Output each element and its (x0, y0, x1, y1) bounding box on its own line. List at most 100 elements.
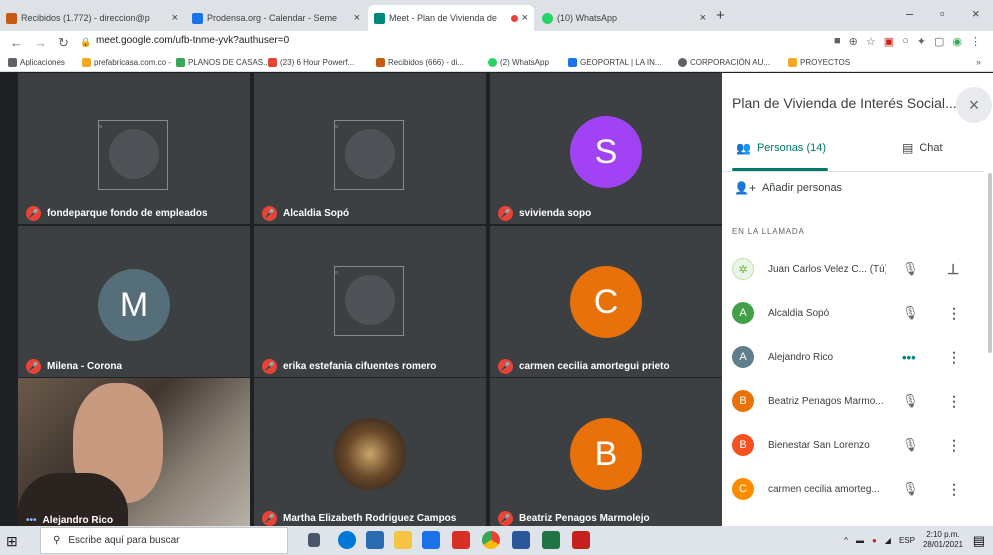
broken-image-icon: ▫ (98, 120, 168, 190)
clock[interactable]: 2:10 p.m. 28/01/2021 (923, 530, 963, 550)
participant-name: Alejandro Rico (42, 515, 114, 526)
close-panel-button[interactable]: × (956, 87, 992, 123)
participant-name: erika estefania cifuentes romero (283, 361, 437, 372)
more-options-icon[interactable]: ⋮ (947, 481, 961, 498)
participant-tile[interactable]: ▫ 🎤 fondeparque fondo de empleados (18, 73, 250, 224)
participant-row[interactable]: C carmen cecilia amorteg... 🎙 ⋮ (732, 467, 984, 511)
close-icon[interactable]: × (172, 12, 178, 24)
participant-tile[interactable]: C 🎤 carmen cecilia amortegui prieto (490, 226, 722, 377)
bookmark-item[interactable]: CORPORACIÓN AU... (678, 58, 770, 67)
participant-tile-video[interactable]: ••• Alejandro Rico (18, 378, 250, 529)
camera-icon[interactable]: ■ (834, 35, 841, 48)
forward-icon[interactable]: → (34, 35, 47, 50)
browser-tab[interactable]: (10) WhatsApp × (536, 5, 712, 31)
antivirus-icon[interactable]: ● (872, 536, 877, 545)
store-icon[interactable] (366, 531, 384, 549)
participant-tile[interactable]: S 🎤 svivienda sopo (490, 73, 722, 224)
reload-icon[interactable]: ↻ (58, 35, 69, 51)
more-options-icon[interactable]: ⋮ (947, 437, 961, 454)
avatar: B (570, 418, 642, 490)
participant-tile[interactable]: 🎤 Martha Elizabeth Rodriguez Campos (254, 378, 486, 529)
bookmark-item[interactable]: Recibidos (666) - di... (376, 58, 464, 67)
star-icon[interactable]: ☆ (866, 35, 876, 48)
new-tab-button[interactable]: + (716, 7, 725, 24)
youtube-icon (268, 58, 277, 67)
participant-tile[interactable]: B 🎤 Beatriz Penagos Marmolejo (490, 378, 722, 529)
participant-row[interactable]: B Beatriz Penagos Marmo... 🎙 ⋮ (732, 379, 984, 423)
profile-icon[interactable]: ◉ (952, 35, 962, 48)
add-person-icon: 👤+ (734, 181, 756, 195)
more-options-icon[interactable]: ⋮ (947, 393, 961, 410)
participants-grid: ▫ 🎤 fondeparque fondo de empleados ▫ 🎤 Alc… (18, 73, 722, 529)
bookmarks-overflow-icon[interactable]: » (976, 57, 981, 67)
meeting-title: Plan de Vivienda de Interés Social... (732, 95, 957, 111)
participant-tile[interactable]: ▫ 🎤 Alcaldia Sopó (254, 73, 486, 224)
close-icon[interactable]: × (354, 12, 360, 24)
participant-tile[interactable]: ▫ 🎤 erika estefania cifuentes romero (254, 226, 486, 377)
more-options-icon[interactable]: ⋮ (947, 349, 961, 366)
tab-chat[interactable]: ▤ Chat (902, 141, 943, 155)
task-view-icon[interactable] (308, 533, 320, 547)
close-icon[interactable]: × (522, 12, 528, 24)
network-icon[interactable]: ▬ (856, 536, 864, 545)
taskbar-search[interactable]: ⚲ Escribe aquí para buscar (40, 527, 288, 554)
bookmark-item[interactable]: (23) 6 Hour Powerf... (268, 58, 354, 67)
window-close-icon[interactable]: × (972, 6, 980, 21)
browser-tab-active[interactable]: Meet - Plan de Vivienda de × (368, 5, 534, 31)
bookmark-item[interactable]: Aplicaciones (8, 58, 65, 67)
url-field[interactable]: meet.google.com/ufb-tnme-yvk?authuser=0 (96, 35, 289, 46)
menu-icon[interactable]: ⋮ (970, 35, 981, 48)
participant-tile[interactable]: M 🎤 Milena - Corona (18, 226, 250, 377)
mic-off-icon: 🎤 (498, 511, 513, 526)
tab-people[interactable]: 👥 Personas (14) (736, 141, 826, 155)
participant-name: Beatriz Penagos Marmolejo (519, 513, 650, 524)
bookmark-item[interactable]: prefabricasa.com.co - (82, 58, 171, 67)
word-icon[interactable] (512, 531, 530, 549)
mic-off-icon: 🎤 (498, 359, 513, 374)
whatsapp-icon (488, 58, 497, 67)
notifications-icon[interactable]: ▤ (973, 533, 985, 549)
mic-off-icon: 🎙 (902, 393, 919, 408)
edge-icon[interactable] (338, 531, 356, 549)
windows-start-icon[interactable]: ⊞ (6, 533, 18, 550)
back-icon[interactable]: ← (10, 35, 23, 50)
chevron-up-icon[interactable]: ^ (844, 536, 848, 545)
participant-row[interactable]: A Alcaldia Sopó 🎙 ⋮ (732, 291, 984, 335)
extension-icon[interactable]: ○ (902, 35, 909, 48)
participant-row[interactable]: B Bienestar San Lorenzo 🎙 ⋮ (732, 423, 984, 467)
close-icon[interactable]: × (700, 12, 706, 24)
mic-off-icon: 🎤 (26, 206, 41, 221)
minimize-icon[interactable]: – (906, 6, 913, 21)
apps-icon (8, 58, 17, 67)
app-icon[interactable] (452, 531, 470, 549)
browser-tab[interactable]: Recibidos (1.772) - direccion@p × (0, 5, 184, 31)
zoom-icon[interactable]: ⊕ (849, 35, 858, 48)
bookmark-item[interactable]: PLANOS DE CASAS... (176, 58, 270, 67)
bookmark-item[interactable]: (2) WhatsApp (488, 58, 549, 67)
pin-icon[interactable]: ⊥ (947, 261, 959, 278)
media-icon[interactable]: ▢ (934, 35, 944, 48)
participant-row[interactable]: A Alejandro Rico ••• ⋮ (732, 335, 984, 379)
pdf-extension-icon[interactable]: ▣ (884, 35, 894, 48)
bookmark-item[interactable]: PROYECTOS (788, 58, 850, 67)
volume-icon[interactable]: ◢ (885, 536, 891, 545)
avatar-photo (334, 418, 406, 490)
participant-row[interactable]: ✲ Juan Carlos Velez C... (Tú) 🎙 ⊥ (732, 247, 984, 291)
excel-icon[interactable] (542, 531, 560, 549)
browser-tab[interactable]: Prodensa.org - Calendar - Seme × (186, 5, 366, 31)
maximize-icon[interactable]: ▫ (940, 6, 945, 21)
language-indicator[interactable]: ESP (899, 536, 915, 545)
puzzle-icon[interactable]: ✦ (917, 35, 926, 48)
file-explorer-icon[interactable] (394, 531, 412, 549)
participant-name: Milena - Corona (47, 361, 123, 372)
app-icon[interactable] (422, 531, 440, 549)
chrome-icon[interactable] (482, 531, 500, 549)
scrollbar[interactable] (988, 173, 992, 353)
more-options-icon[interactable]: ⋮ (947, 305, 961, 322)
browser-toolbar-icons: ■ ⊕ ☆ ▣ ○ ✦ ▢ ◉ ⋮ (834, 35, 981, 48)
gmail-icon (376, 58, 385, 67)
avatar: M (98, 269, 170, 341)
add-people-button[interactable]: 👤+ Añadir personas (734, 181, 842, 195)
acrobat-icon[interactable] (572, 531, 590, 549)
bookmark-item[interactable]: GEOPORTAL | LA IN... (568, 58, 662, 67)
